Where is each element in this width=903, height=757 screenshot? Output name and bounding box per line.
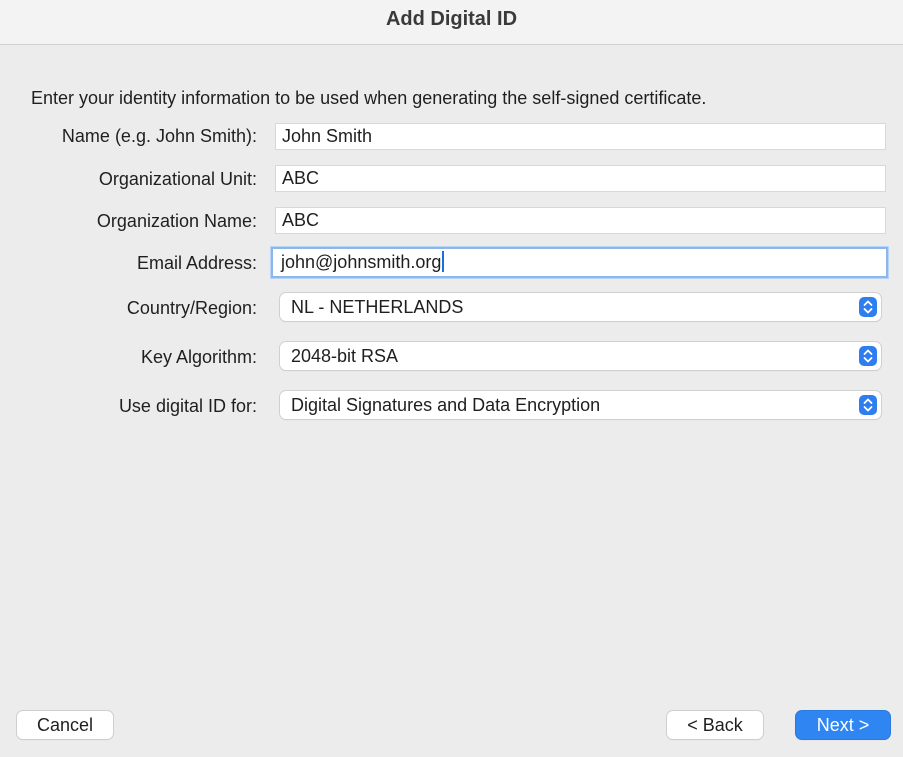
updown-chevron-icon [859,395,877,415]
updown-chevron-icon [859,297,877,317]
text-caret [442,251,445,272]
country-label: Country/Region: [126,298,257,318]
key-algorithm-select-value: 2048-bit RSA [291,346,399,366]
intro-text: Enter your identity information to be us… [31,88,707,108]
window-title: Add Digital ID [385,8,518,30]
email-label: Email Address: [136,253,257,273]
key-algorithm-select[interactable]: 2048-bit RSA [280,342,881,370]
title-bar: Add Digital ID [0,0,903,45]
org-unit-field[interactable]: ABC [275,165,886,192]
usage-label: Use digital ID for: [118,396,257,416]
org-name-field-value: ABC [282,210,320,230]
key-algorithm-label: Key Algorithm: [140,347,257,367]
back-button[interactable]: < Back [667,711,763,739]
email-field-value: john@johnsmith.org [281,252,442,272]
updown-chevron-icon [859,346,877,366]
country-select[interactable]: NL - NETHERLANDS [280,293,881,321]
name-field-value: John Smith [282,126,373,146]
org-unit-field-value: ABC [282,168,320,188]
name-field[interactable]: John Smith [275,123,886,150]
org-unit-label: Organizational Unit: [98,169,257,189]
next-button[interactable]: Next > [796,711,890,739]
name-label: Name (e.g. John Smith): [61,126,257,146]
country-select-value: NL - NETHERLANDS [291,297,464,317]
usage-select[interactable]: Digital Signatures and Data Encryption [280,391,881,419]
org-name-label: Organization Name: [96,211,257,231]
cancel-button[interactable]: Cancel [17,711,113,739]
org-name-field[interactable]: ABC [275,207,886,234]
email-field[interactable]: john@johnsmith.org [271,247,888,278]
usage-select-value: Digital Signatures and Data Encryption [291,395,601,415]
